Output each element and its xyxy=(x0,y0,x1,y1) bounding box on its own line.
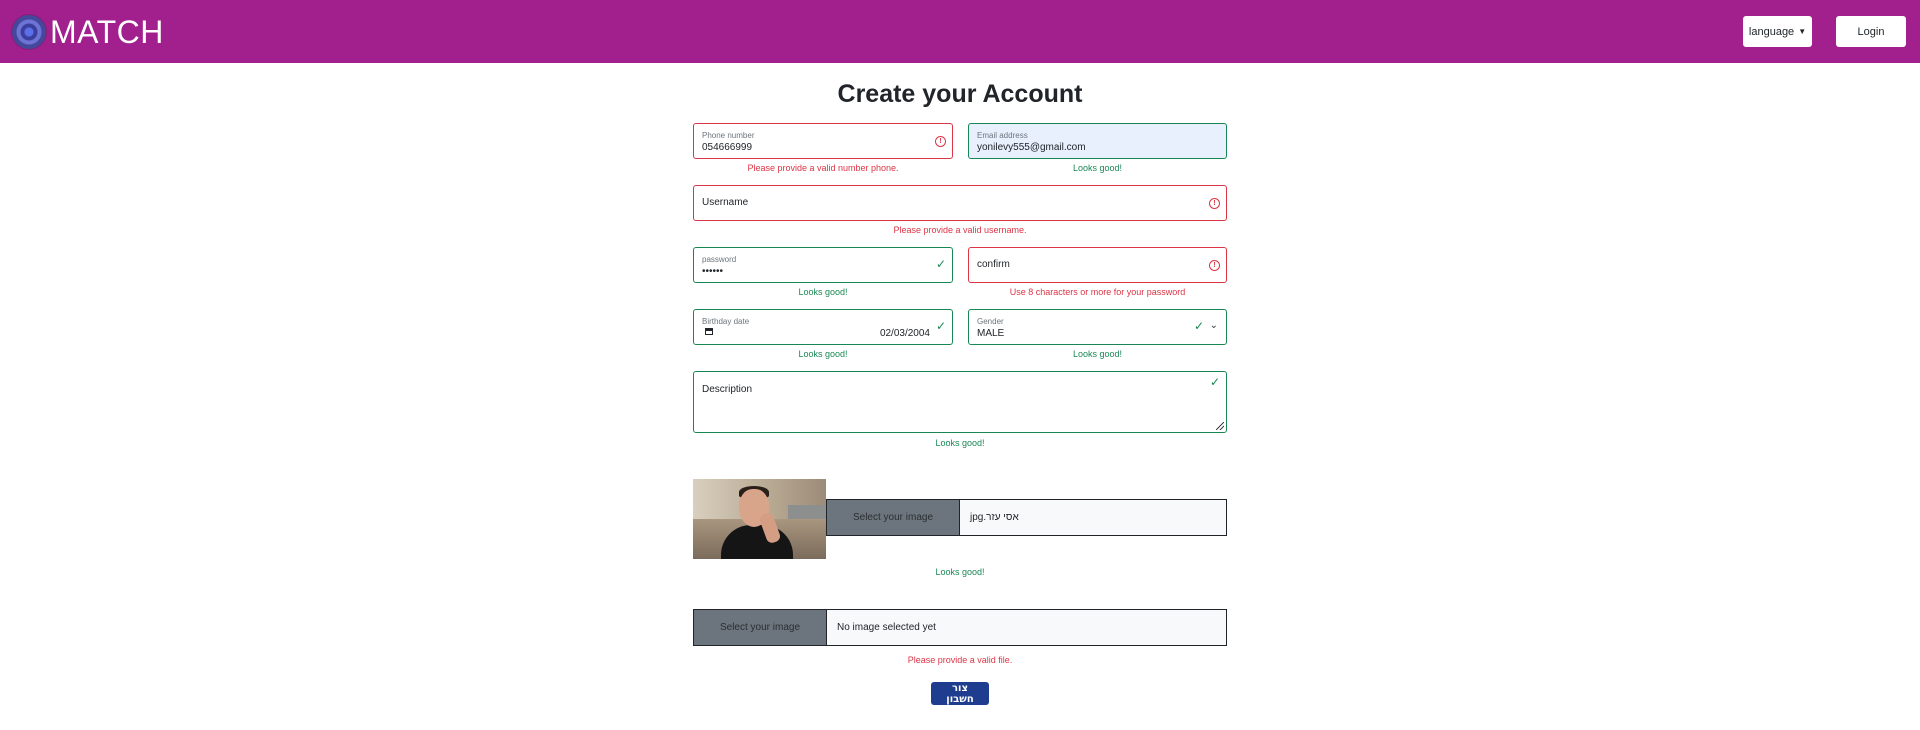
image-upload-2[interactable]: Select your image No image selected yet xyxy=(693,609,1227,646)
create-account-button[interactable]: צור חשבון xyxy=(931,682,989,705)
image-2-filename: No image selected yet xyxy=(837,622,936,633)
image-1-feedback: Looks good! xyxy=(935,567,985,577)
username-error: Please provide a valid username. xyxy=(893,225,1027,235)
description-placeholder: Description xyxy=(702,384,753,395)
password-field[interactable]: password •••••• ✓ xyxy=(693,247,953,283)
birthday-value: 02/03/2004 xyxy=(879,328,930,339)
email-value: yonilevy555@gmail.com xyxy=(977,142,1086,153)
select-image-button[interactable]: Select your image xyxy=(827,500,960,535)
error-icon: ! xyxy=(1209,198,1220,209)
gender-select[interactable]: Gender MALE ✓ ⌄ xyxy=(968,309,1227,345)
username-field[interactable]: Username ! xyxy=(693,185,1227,221)
password-value: •••••• xyxy=(702,266,724,277)
page-title: Create your Account xyxy=(837,80,1083,108)
check-icon: ✓ xyxy=(935,319,946,333)
gender-value: MALE xyxy=(977,328,1005,339)
top-navbar: MATCH language ▼ Login xyxy=(0,0,1920,63)
profile-photo-preview xyxy=(693,479,826,559)
description-feedback: Looks good! xyxy=(935,438,985,448)
description-textarea[interactable]: Description ✓ xyxy=(693,371,1227,433)
brand-name: MATCH xyxy=(50,14,164,50)
brand[interactable]: MATCH xyxy=(12,13,164,51)
phone-number-error: Please provide a valid number phone. xyxy=(747,163,899,173)
confirm-password-field[interactable]: confirm ! xyxy=(968,247,1227,283)
birthday-label: Birthday date xyxy=(702,317,750,326)
phone-number-value: 054666999 xyxy=(702,142,753,153)
confirm-error: Use 8 characters or more for your passwo… xyxy=(1009,287,1186,297)
birthday-feedback: Looks good! xyxy=(798,349,848,359)
error-icon: ! xyxy=(1209,260,1220,271)
phone-number-field[interactable]: Phone number 054666999 ! xyxy=(693,123,953,159)
email-feedback: Looks good! xyxy=(1072,163,1123,173)
calendar-icon[interactable] xyxy=(705,328,713,335)
phone-number-label: Phone number xyxy=(702,131,755,140)
caret-down-icon: ▼ xyxy=(1798,27,1807,36)
email-label: Email address xyxy=(977,131,1028,140)
resize-handle[interactable] xyxy=(1216,422,1224,430)
password-feedback: Looks good! xyxy=(798,287,848,297)
image-upload-1[interactable]: Select your image אסי עזר.jpg xyxy=(826,499,1227,536)
check-icon: ✓ xyxy=(935,257,946,271)
gender-feedback: Looks good! xyxy=(1072,349,1123,359)
image-1-filename: אסי עזר.jpg xyxy=(970,512,1019,523)
confirm-placeholder: confirm xyxy=(977,259,1010,270)
check-icon: ✓ xyxy=(1209,375,1220,389)
birthday-date-field[interactable]: Birthday date 02/03/2004 ✓ xyxy=(693,309,953,345)
chevron-down-icon: ⌄ xyxy=(1209,320,1218,331)
password-label: password xyxy=(702,255,737,264)
check-icon: ✓ xyxy=(1193,319,1204,333)
image-2-error: Please provide a valid file. xyxy=(907,655,1013,665)
language-dropdown-button[interactable]: language ▼ xyxy=(1743,16,1812,47)
language-label: language xyxy=(1748,25,1795,38)
logo-icon xyxy=(12,15,46,49)
error-icon: ! xyxy=(935,136,946,147)
select-image-button[interactable]: Select your image xyxy=(694,610,827,645)
gender-label: Gender xyxy=(977,317,1004,326)
login-button[interactable]: Login xyxy=(1836,16,1906,47)
email-field[interactable]: Email address yonilevy555@gmail.com xyxy=(968,123,1227,159)
username-placeholder: Username xyxy=(702,197,749,208)
